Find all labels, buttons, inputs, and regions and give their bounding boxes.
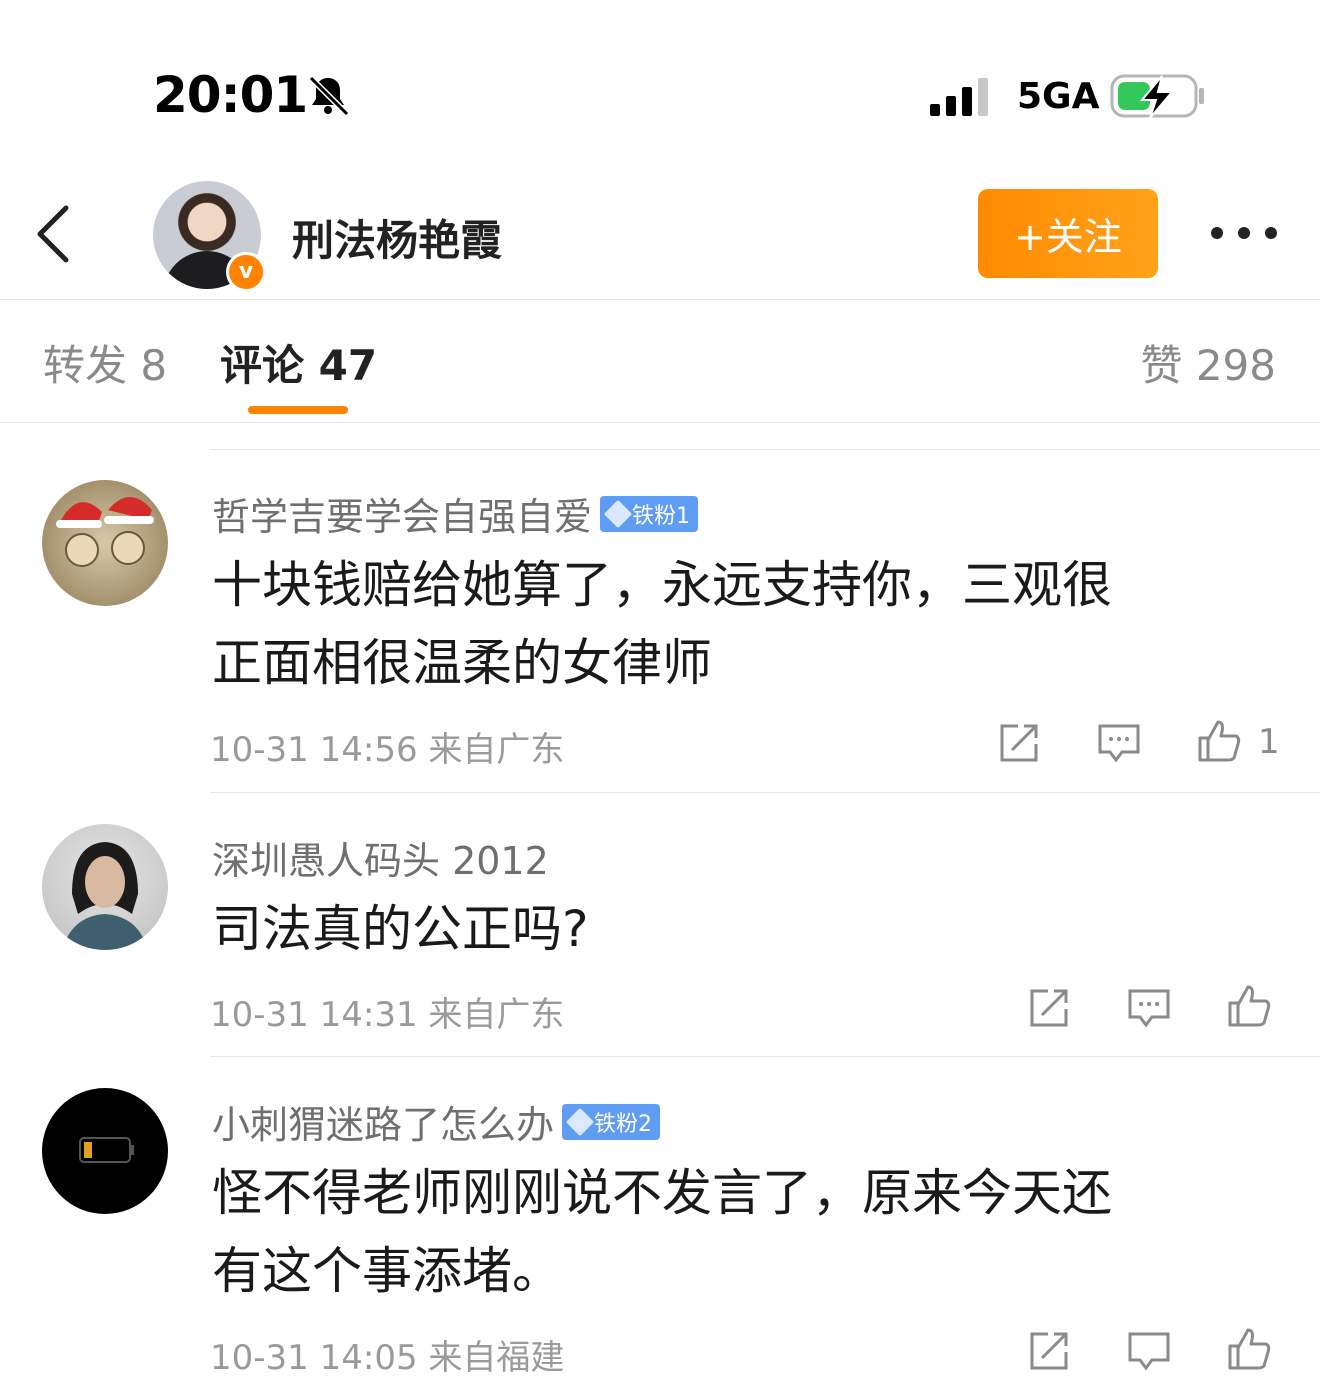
repost-icon[interactable] <box>1026 985 1072 1031</box>
fan-badge-label: 铁粉1 <box>632 503 691 529</box>
verified-badge: v <box>226 252 266 292</box>
comment-text-line: 十块钱赔给她算了，永远支持你，三观很 <box>212 556 1112 614</box>
reply-icon[interactable] <box>1126 985 1172 1031</box>
comment-location: 来自广东 <box>428 730 565 770</box>
fan-badge: 铁粉2 <box>562 1103 661 1140</box>
comment-text-line: 正面相很温柔的女律师 <box>212 634 712 692</box>
like-icon[interactable] <box>1226 1326 1272 1372</box>
like-count: 1 <box>1258 722 1280 762</box>
tab-forward[interactable]: 转发 8 <box>43 332 167 393</box>
commenter-name[interactable]: 深圳愚人码头 2012 <box>212 830 549 885</box>
battery-charging-icon <box>1110 74 1204 119</box>
header-divider <box>0 299 1320 300</box>
status-time: 20:01 <box>153 66 308 124</box>
comment-text-line: 有这个事添堵。 <box>212 1242 562 1300</box>
battery-image <box>79 1137 134 1163</box>
comment-meta: 10-31 14:56 来自广东 <box>210 722 564 771</box>
comment-divider <box>210 1056 1320 1057</box>
santa-hat-icon <box>56 497 154 567</box>
portrait-image <box>62 842 148 950</box>
comment-text: 怪不得老师刚刚说不发言了，原来今天还 有这个事添堵。 <box>212 1154 1252 1310</box>
follow-button[interactable]: +关注 <box>978 189 1158 278</box>
author-name[interactable]: 刑法杨艳霞 <box>292 207 502 268</box>
comment-location: 来自福建 <box>428 1338 565 1378</box>
like-icon[interactable] <box>1196 718 1242 764</box>
comment-time: 10-31 14:31 <box>210 995 418 1035</box>
comment-text: 十块钱赔给她算了，永远支持你，三观很 正面相很温柔的女律师 <box>212 546 1252 702</box>
fan-badge: 铁粉1 <box>600 495 699 532</box>
chevron-left-icon[interactable] <box>30 200 78 268</box>
bell-muted-icon <box>308 75 350 117</box>
comment-meta: 10-31 14:31 来自广东 <box>210 987 564 1036</box>
commenter-name-text[interactable]: 哲学吉要学会自强自爱 <box>212 495 592 539</box>
list-top-divider <box>210 449 1320 450</box>
comment-location: 来自广东 <box>428 995 565 1035</box>
repost-icon[interactable] <box>1026 1328 1072 1374</box>
reply-icon[interactable] <box>1126 1328 1172 1374</box>
commenter-name[interactable]: 小刺猬迷路了怎么办 铁粉2 <box>212 1094 661 1149</box>
signal-icon <box>930 78 988 116</box>
tab-active-indicator <box>248 406 348 414</box>
commenter-avatar[interactable] <box>42 1088 168 1214</box>
comment-meta: 10-31 14:05 来自福建 <box>210 1330 564 1379</box>
tabs-divider <box>0 422 1320 423</box>
tab-likes[interactable]: 赞 298 <box>1140 332 1276 393</box>
comment-divider <box>210 792 1320 793</box>
comment-text-line: 司法真的公正吗? <box>212 900 589 958</box>
tab-comments[interactable]: 评论 47 <box>220 332 377 393</box>
reply-icon[interactable] <box>1096 720 1142 766</box>
repost-icon[interactable] <box>996 720 1042 766</box>
comment-time: 10-31 14:56 <box>210 730 418 770</box>
diamond-icon <box>603 499 633 528</box>
like-icon[interactable] <box>1226 983 1272 1029</box>
comment-time: 10-31 14:05 <box>210 1338 418 1378</box>
comment-text: 司法真的公正吗? <box>212 890 1252 968</box>
comment-text-line: 怪不得老师刚刚说不发言了，原来今天还 <box>212 1164 1112 1222</box>
commenter-name[interactable]: 哲学吉要学会自强自爱 铁粉1 <box>212 486 699 541</box>
commenter-avatar[interactable] <box>42 480 168 606</box>
commenter-name-text[interactable]: 小刺猬迷路了怎么办 <box>212 1103 554 1147</box>
network-type: 5GA <box>1017 76 1100 117</box>
more-dots-icon[interactable] <box>1210 226 1278 240</box>
fan-badge-label: 铁粉2 <box>594 1111 653 1137</box>
diamond-icon <box>565 1107 595 1136</box>
commenter-avatar[interactable] <box>42 824 168 950</box>
